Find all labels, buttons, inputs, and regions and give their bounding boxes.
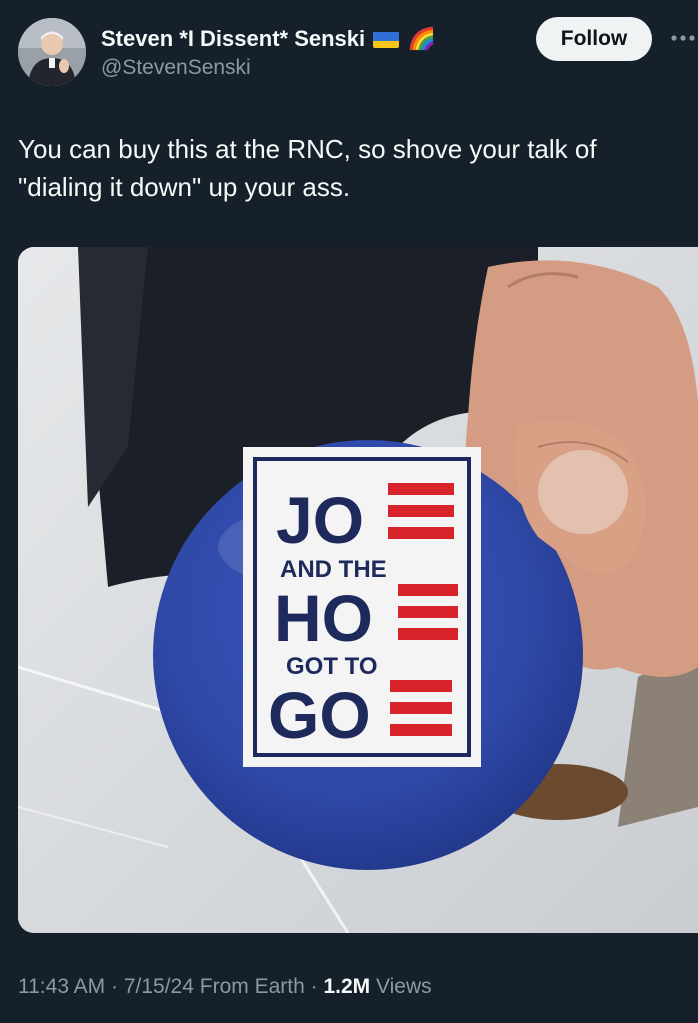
follow-button[interactable]: Follow [536,17,652,61]
tweet-media[interactable]: JO AND THE HO GOT TO GO [18,247,698,933]
avatar[interactable] [18,18,86,86]
views-count: 1.2M [323,975,371,998]
author-handle[interactable]: @StevenSenski [101,56,251,80]
tweet-meta: 11:43 AM · 7/15/24 From Earth · 1.2M Vie… [18,975,432,999]
tweet-time[interactable]: 11:43 AM [18,975,105,998]
rainbow-icon [407,24,437,54]
avatar-image [18,18,86,86]
media-photo: JO AND THE HO GOT TO GO [18,247,698,933]
tweet: Steven *I Dissent* Senski @StevenSenski … [0,0,698,1023]
views-label: Views [376,975,432,998]
meta-separator: · [111,975,124,998]
ukraine-flag-icon [373,30,400,48]
more-options-icon[interactable] [668,28,698,48]
button-line-5: GO [268,678,371,752]
button-line-1: JO [276,483,364,557]
author-display-name[interactable]: Steven *I Dissent* Senski [101,26,365,52]
tweet-source: From Earth [199,975,305,998]
button-line-3: HO [274,581,373,655]
meta-separator: · [310,975,324,998]
tweet-text: You can buy this at the RNC, so shove yo… [18,134,604,202]
tweet-date[interactable]: 7/15/24 [124,975,194,998]
button-line-4: GOT TO [286,653,378,680]
button-line-2: AND THE [280,556,387,583]
author-name-row[interactable]: Steven *I Dissent* Senski [101,24,437,54]
